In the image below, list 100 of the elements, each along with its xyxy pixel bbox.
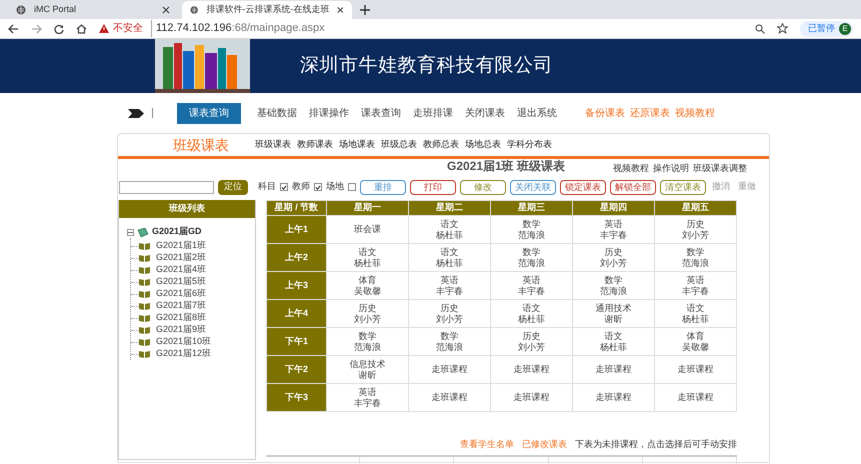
table-cell[interactable]: 数学 范海浪	[490, 216, 572, 244]
panel-tab[interactable]: 学科分布表	[507, 138, 552, 152]
nav-item[interactable]: 关闭课表	[465, 106, 505, 120]
home-icon[interactable]	[76, 24, 87, 34]
tree-node[interactable]: G2021届GD	[152, 225, 202, 239]
class-list-header: 班级列表	[119, 200, 255, 218]
browser-tab[interactable]: 排课软件-云排课系统-在线走班	[182, 1, 352, 19]
table-cell[interactable]: 语文 杨杜菲	[408, 216, 490, 244]
tree-item[interactable]: G2021届8班	[156, 311, 206, 325]
tree-item[interactable]: G2021届2班	[156, 251, 206, 265]
tree-item[interactable]: G2021届10班	[156, 335, 212, 349]
checkbox[interactable]	[314, 183, 322, 191]
checkbox[interactable]	[348, 183, 356, 191]
nav-item[interactable]: 走班排课	[413, 106, 453, 120]
period-cell: 上午2	[266, 244, 326, 272]
profile-button[interactable]: 已暂停 E	[800, 20, 853, 36]
new-tab-icon[interactable]	[360, 5, 370, 15]
zoom-icon[interactable]	[755, 24, 765, 34]
back-icon[interactable]	[8, 24, 19, 34]
table-cell[interactable]: 历史 刘小芳	[326, 300, 408, 328]
table-cell[interactable]: 历史 刘小芳	[408, 300, 490, 328]
panel-tab[interactable]: 场地总表	[465, 138, 501, 152]
table-cell[interactable]: 班会课	[326, 216, 408, 244]
tree-item[interactable]: G2021届9班	[156, 323, 206, 337]
table-cell[interactable]: 数学 范海浪	[490, 244, 572, 272]
table-cell[interactable]: 历史 刘小芳	[572, 244, 654, 272]
period-cell: 上午4	[266, 300, 326, 328]
close-icon[interactable]	[162, 6, 170, 14]
table-cell[interactable]: 走班课程	[654, 356, 736, 384]
table-cell[interactable]: 走班课程	[490, 384, 572, 412]
help-link[interactable]: 操作说明	[653, 162, 689, 175]
panel-tab[interactable]: 教师总表	[423, 138, 459, 152]
toolbar-button[interactable]: 打印	[410, 180, 456, 194]
toolbar-button[interactable]: 锁定课表	[560, 180, 606, 194]
tab-title: 排课软件-云排课系统-在线走班	[206, 3, 330, 16]
help-link[interactable]: 视频教程	[613, 162, 649, 175]
table-cell[interactable]: 走班课程	[654, 384, 736, 412]
table-cell[interactable]: 走班课程	[572, 356, 654, 384]
table-cell[interactable]: 历史 刘小芳	[490, 328, 572, 356]
table-cell[interactable]: 走班课程	[408, 356, 490, 384]
nav-item[interactable]: 退出系统	[517, 106, 557, 120]
globe-icon	[190, 5, 198, 15]
table-cell[interactable]: 体育 吴敬馨	[654, 328, 736, 356]
table-cell[interactable]: 信息技术 谢昕	[326, 356, 408, 384]
nav-item[interactable]: 课表查询	[177, 102, 241, 124]
close-icon[interactable]	[337, 6, 344, 14]
column-header: 星期一	[326, 200, 408, 216]
arrow-icon[interactable]	[128, 108, 144, 118]
table-cell[interactable]: 语文 杨杜菲	[572, 328, 654, 356]
table-cell[interactable]: 英语 丰宇春	[572, 216, 654, 244]
tree-item[interactable]: G2021届5班	[156, 275, 206, 289]
panel-tab[interactable]: 班级总表	[381, 138, 417, 152]
table-cell[interactable]: 英语 丰宇春	[490, 272, 572, 300]
nav-item[interactable]: 排课操作	[309, 106, 349, 120]
panel-tab[interactable]: 场地课表	[339, 138, 375, 152]
table-cell[interactable]: 语文 杨杜菲	[654, 300, 736, 328]
toolbar-button[interactable]: 修改	[460, 180, 506, 194]
table-cell[interactable]: 数学 范海浪	[408, 328, 490, 356]
tree-item[interactable]: G2021届7班	[156, 299, 206, 313]
globe-icon	[16, 5, 26, 15]
tree-item[interactable]: G2021届12班	[156, 347, 212, 361]
column-header: 星期 / 节数	[266, 200, 326, 216]
table-cell[interactable]: 语文 杨杜菲	[326, 244, 408, 272]
table-cell[interactable]: 数学 范海浪	[572, 272, 654, 300]
search-field[interactable]	[119, 180, 214, 194]
book-icon	[139, 302, 150, 310]
help-link[interactable]: 班级课表调整	[693, 162, 747, 175]
toolbar-button[interactable]: 重排	[360, 180, 406, 194]
table-cell[interactable]: 走班课程	[572, 384, 654, 412]
toolbar-button[interactable]: 关闭关联	[510, 180, 556, 194]
panel-tab[interactable]: 教师课表	[297, 138, 333, 152]
table-cell[interactable]: 数学 范海浪	[326, 328, 408, 356]
toolbar-button[interactable]: 解锁全部	[610, 180, 656, 194]
tree-item[interactable]: G2021届1班	[156, 239, 206, 253]
table-cell[interactable]: 英语 丰宇春	[408, 272, 490, 300]
table-cell[interactable]: 体育 吴敬馨	[326, 272, 408, 300]
tree-item[interactable]: G2021届4班	[156, 263, 206, 277]
collapse-toggle[interactable]	[127, 228, 134, 236]
table-cell[interactable]: 英语 丰宇春	[654, 272, 736, 300]
nav-item[interactable]: 课表查询	[361, 106, 401, 120]
panel-tab[interactable]: 班级课表	[255, 138, 291, 152]
nav-item[interactable]: 基础数据	[257, 106, 297, 120]
table-cell[interactable]: 数学 范海浪	[654, 244, 736, 272]
table-cell[interactable]: 通用技术 谢昕	[572, 300, 654, 328]
url-text: 112.74.102.196:68/mainpage.aspx	[151, 20, 325, 37]
book-icon	[139, 338, 150, 346]
period-cell: 上午3	[266, 272, 326, 300]
table-cell[interactable]: 走班课程	[490, 356, 572, 384]
table-cell[interactable]: 走班课程	[408, 384, 490, 412]
tree-item[interactable]: G2021届6班	[156, 287, 206, 301]
star-icon[interactable]	[777, 23, 788, 34]
table-cell[interactable]: 历史 刘小芳	[654, 216, 736, 244]
table-cell[interactable]: 英语 丰宇春	[326, 384, 408, 412]
checkbox[interactable]	[280, 183, 288, 191]
locate-button[interactable]: 定位	[218, 180, 248, 194]
book-icon	[139, 290, 150, 298]
toolbar-button[interactable]: 清空课表	[660, 180, 706, 194]
table-cell[interactable]: 语文 杨杜菲	[490, 300, 572, 328]
table-cell[interactable]: 语文 杨杜菲	[408, 244, 490, 272]
reload-icon[interactable]	[54, 24, 64, 34]
